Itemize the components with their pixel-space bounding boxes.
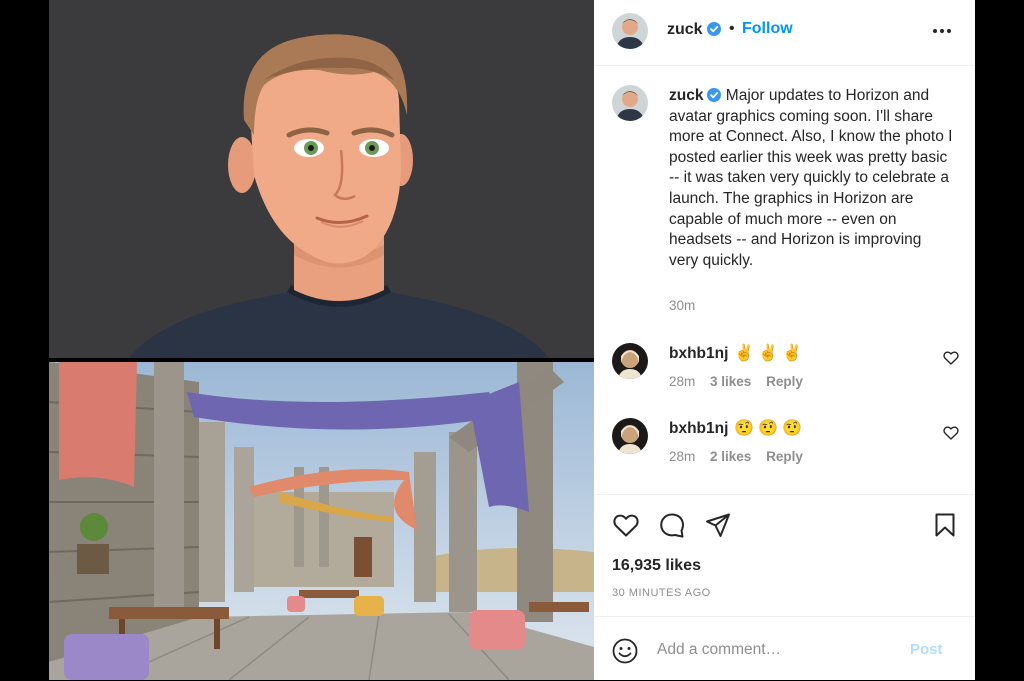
like-comment-heart-icon[interactable] bbox=[943, 425, 959, 441]
separator-dot: • bbox=[729, 20, 735, 37]
comment-meta: 28m 2 likes Reply bbox=[669, 449, 814, 464]
comment-time: 28m bbox=[669, 449, 696, 464]
reply-button[interactable]: Reply bbox=[766, 374, 803, 389]
comment-text: 🤨🤨🤨 bbox=[734, 420, 807, 437]
caption-text: Major updates to Horizon and avatar grap… bbox=[669, 87, 953, 269]
post-caption: zuck Major updates to Horizon and avatar… bbox=[669, 86, 954, 271]
caption-username[interactable]: zuck bbox=[669, 87, 703, 104]
reply-button[interactable]: Reply bbox=[766, 449, 803, 464]
post-header: zuck • Follow bbox=[594, 0, 975, 66]
bookmark-icon[interactable] bbox=[931, 511, 959, 539]
verified-badge-icon bbox=[706, 22, 721, 36]
caption-author-avatar[interactable] bbox=[612, 85, 648, 121]
comment-icon[interactable] bbox=[658, 511, 686, 539]
avatar-photo-icon bbox=[612, 13, 648, 49]
comment-meta: 28m 3 likes Reply bbox=[669, 374, 814, 389]
author-avatar[interactable] bbox=[612, 13, 648, 49]
instagram-post-modal: zuck • Follow zuck Major updates to Hori… bbox=[0, 0, 1024, 680]
heart-icon[interactable] bbox=[612, 511, 640, 539]
horizon-scene-image bbox=[49, 362, 594, 680]
comment-likes[interactable]: 3 likes bbox=[710, 374, 751, 389]
comment-username[interactable]: bxhb1nj bbox=[669, 420, 728, 437]
comment-text: ✌✌✌ bbox=[734, 345, 807, 362]
comment-item: bxhb1nj 🤨🤨🤨 28m 2 likes Reply bbox=[594, 418, 975, 478]
avatar-photo-icon bbox=[612, 85, 648, 121]
more-options-icon[interactable] bbox=[929, 18, 955, 44]
avatar-render-image bbox=[49, 0, 594, 358]
follow-button[interactable]: Follow bbox=[742, 20, 793, 38]
author-username[interactable]: zuck bbox=[667, 21, 721, 39]
caption-timestamp: 30m bbox=[669, 298, 696, 313]
post-timestamp[interactable]: 30 MINUTES AGO bbox=[612, 587, 711, 599]
add-comment-input[interactable] bbox=[657, 639, 907, 661]
post-actions-section: 16,935 likes 30 MINUTES AGO Post bbox=[594, 494, 975, 680]
like-count[interactable]: 16,935 likes bbox=[612, 557, 701, 575]
post-details-panel: zuck • Follow zuck Major updates to Hori… bbox=[594, 0, 975, 680]
post-image[interactable] bbox=[49, 0, 594, 680]
share-icon[interactable] bbox=[704, 511, 732, 539]
add-comment-row: Post bbox=[594, 616, 975, 681]
post-comment-button[interactable]: Post bbox=[910, 641, 943, 658]
verified-badge-icon bbox=[707, 88, 722, 102]
comment-username[interactable]: bxhb1nj bbox=[669, 345, 728, 362]
like-comment-heart-icon[interactable] bbox=[943, 350, 959, 366]
comment-time: 28m bbox=[669, 374, 696, 389]
comment-likes[interactable]: 2 likes bbox=[710, 449, 751, 464]
emoji-icon[interactable] bbox=[611, 637, 639, 665]
comment-item: bxhb1nj ✌✌✌ 28m 3 likes Reply bbox=[594, 343, 975, 403]
